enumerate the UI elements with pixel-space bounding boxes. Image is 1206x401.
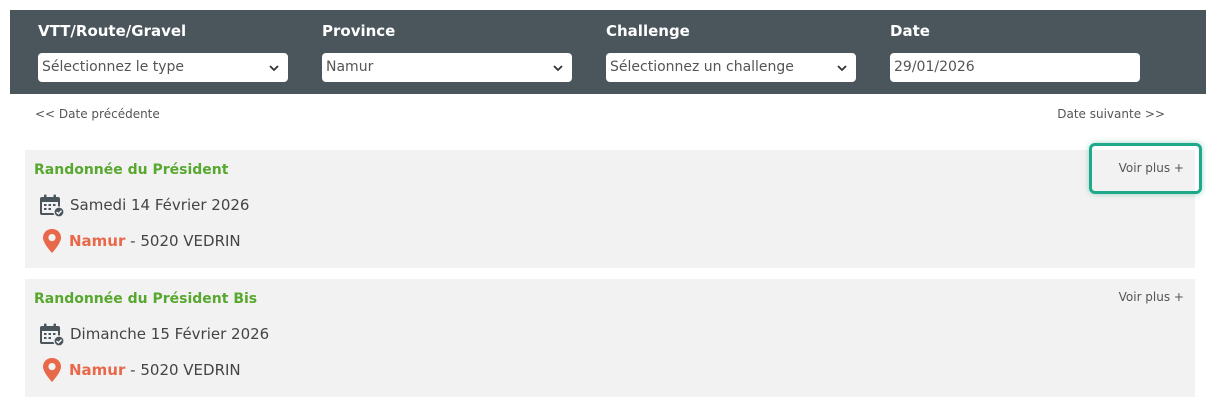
filter-date-label: Date (890, 22, 930, 40)
province-select-value: Namur (326, 59, 374, 75)
challenge-select-value: Sélectionnez un challenge (610, 59, 794, 75)
filter-province-label: Province (322, 22, 396, 40)
date-input[interactable]: 29/01/2026 (890, 53, 1140, 82)
chevron-down-icon (553, 65, 563, 72)
event-card: Randonnée du Président Bis Dimanche 15 F… (25, 279, 1195, 397)
calendar-icon (40, 194, 65, 218)
type-select-value: Sélectionnez le type (42, 59, 185, 75)
next-date-link[interactable]: Date suivante >> (1057, 107, 1165, 121)
challenge-select[interactable]: Sélectionnez un challenge (606, 53, 856, 82)
province-select[interactable]: Namur (322, 53, 572, 82)
filter-type-label: VTT/Route/Gravel (38, 22, 187, 40)
filter-challenge-label: Challenge (606, 22, 690, 40)
event-title[interactable]: Randonnée du Président Bis (34, 291, 257, 307)
event-locality: - 5020 VEDRIN (130, 361, 241, 379)
event-locality: - 5020 VEDRIN (130, 232, 241, 250)
event-card: Randonnée du Président Samedi 14 Février… (25, 150, 1195, 268)
chevron-down-icon (269, 65, 279, 72)
voir-plus-button[interactable]: Voir plus + (1119, 290, 1184, 304)
event-province: Namur (69, 232, 126, 250)
voir-plus-button[interactable]: Voir plus + (1119, 161, 1184, 175)
event-date: Dimanche 15 Février 2026 (70, 325, 270, 343)
event-province: Namur (69, 361, 126, 379)
date-input-value: 29/01/2026 (894, 59, 975, 75)
event-date: Samedi 14 Février 2026 (70, 196, 250, 214)
map-pin-icon (43, 358, 61, 382)
map-pin-icon (43, 229, 61, 253)
event-title[interactable]: Randonnée du Président (34, 162, 228, 178)
event-location: Namur - 5020 VEDRIN (69, 361, 241, 379)
event-location: Namur - 5020 VEDRIN (69, 232, 241, 250)
chevron-down-icon (837, 65, 847, 72)
filter-bar: VTT/Route/Gravel Sélectionnez le type Pr… (10, 10, 1206, 94)
previous-date-link[interactable]: << Date précédente (35, 107, 160, 121)
type-select[interactable]: Sélectionnez le type (38, 53, 288, 82)
calendar-icon (40, 323, 65, 347)
